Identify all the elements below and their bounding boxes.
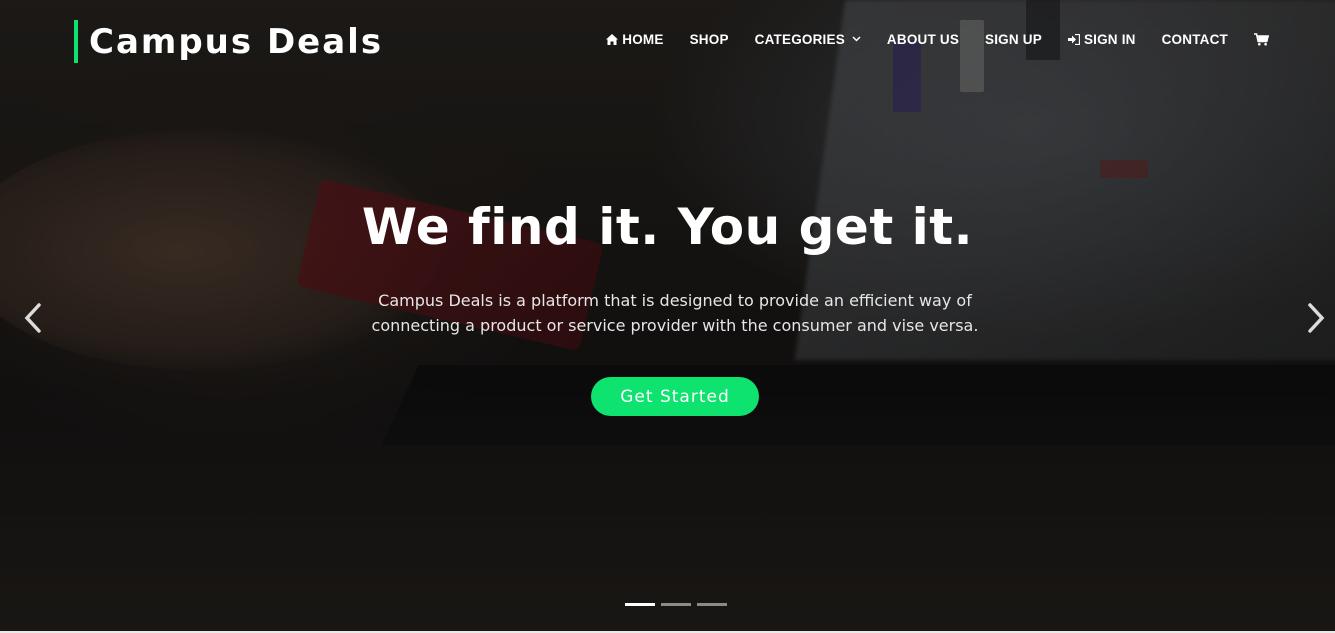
main-nav: HOME SHOP CATEGORIES ABOUT US SIGN UP SI…: [606, 28, 1269, 50]
chevron-left-icon: [24, 303, 42, 337]
chevron-down-icon: [852, 34, 861, 45]
carousel-next-button[interactable]: [1301, 300, 1331, 340]
nav-sign-up[interactable]: SIGN UP: [985, 32, 1042, 47]
carousel-indicator-3[interactable]: [697, 603, 727, 606]
carousel-indicators: [625, 603, 727, 606]
carousel-indicator-2[interactable]: [661, 603, 691, 606]
home-icon: [606, 33, 619, 45]
nav-home[interactable]: HOME: [606, 32, 663, 47]
get-started-button[interactable]: Get Started: [591, 377, 759, 416]
hero-title: We find it. You get it.: [361, 198, 974, 256]
hero-carousel: Campus Deals HOME SHOP CATEGORIES ABOUT …: [0, 0, 1335, 633]
carousel-prev-button[interactable]: [18, 300, 48, 340]
nav-sign-up-label: SIGN UP: [985, 31, 1042, 47]
sign-in-icon: [1067, 33, 1080, 45]
nav-shop[interactable]: SHOP: [690, 32, 729, 47]
nav-shop-label: SHOP: [689, 31, 729, 47]
nav-cart[interactable]: [1254, 32, 1269, 46]
nav-contact[interactable]: CONTACT: [1162, 32, 1228, 47]
chevron-right-icon: [1307, 303, 1325, 337]
cart-icon: [1254, 32, 1269, 46]
nav-home-label: HOME: [622, 31, 664, 47]
nav-sign-in[interactable]: SIGN IN: [1067, 31, 1136, 47]
nav-contact-label: CONTACT: [1161, 31, 1228, 47]
brand-logo[interactable]: Campus Deals: [74, 20, 383, 63]
nav-sign-in-label: SIGN IN: [1083, 31, 1136, 47]
hero-description: Campus Deals is a platform that is desig…: [371, 291, 979, 335]
carousel-indicator-1[interactable]: [625, 603, 655, 606]
nav-categories-label: CATEGORIES: [754, 31, 845, 47]
nav-about-us[interactable]: ABOUT US: [887, 32, 959, 47]
nav-categories[interactable]: CATEGORIES: [755, 32, 861, 47]
nav-about-us-label: ABOUT US: [886, 31, 960, 47]
